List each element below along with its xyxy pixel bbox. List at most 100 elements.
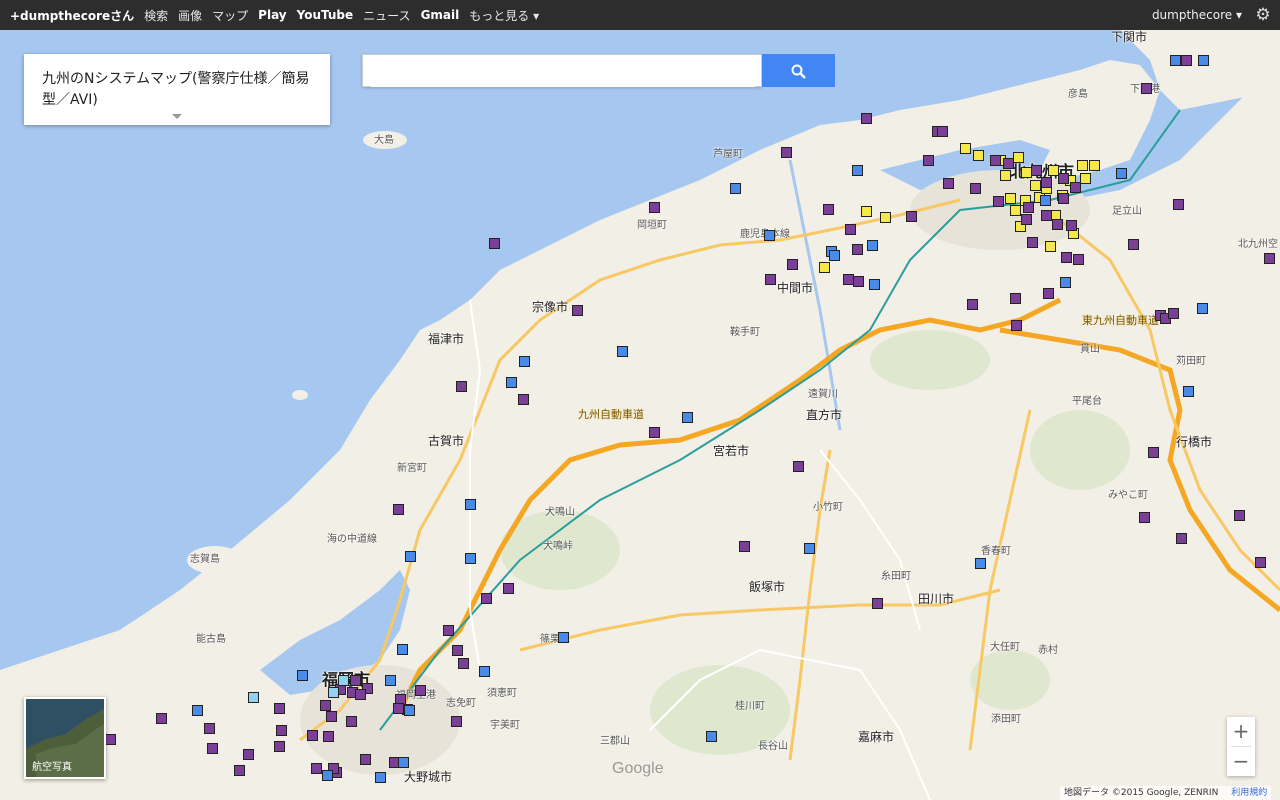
n-system-marker[interactable] (385, 675, 396, 686)
n-system-marker[interactable] (1139, 512, 1150, 523)
search-button[interactable] (762, 54, 835, 87)
map-title-card[interactable]: 九州のNシステムマップ(警察庁仕様／簡易型／AVI) (24, 54, 330, 125)
n-system-marker[interactable] (1023, 202, 1034, 213)
n-system-marker[interactable] (1181, 55, 1192, 66)
map-canvas[interactable]: 下関市 下関港 彦島 北九州市 芦屋町 岡垣町 宗像市 福津市 古賀市 新宮町 … (0, 30, 1280, 800)
n-system-marker[interactable] (1005, 193, 1016, 204)
n-system-marker[interactable] (1234, 510, 1245, 521)
n-system-marker[interactable] (404, 705, 415, 716)
nav-play-link[interactable]: Play (258, 8, 286, 22)
nav-gmail-link[interactable]: Gmail (421, 8, 460, 22)
n-system-marker[interactable] (1021, 214, 1032, 225)
zoom-out-button[interactable]: − (1227, 747, 1255, 776)
n-system-marker[interactable] (823, 204, 834, 215)
n-system-marker[interactable] (872, 598, 883, 609)
n-system-marker[interactable] (274, 741, 285, 752)
n-system-marker[interactable] (350, 675, 361, 686)
n-system-marker[interactable] (1003, 158, 1014, 169)
n-system-marker[interactable] (451, 716, 462, 727)
n-system-marker[interactable] (1148, 447, 1159, 458)
gear-icon[interactable]: ⚙ (1254, 6, 1272, 24)
n-system-marker[interactable] (276, 725, 287, 736)
n-system-marker[interactable] (1058, 173, 1069, 184)
n-system-marker[interactable] (1040, 195, 1051, 206)
n-system-marker[interactable] (1030, 180, 1041, 191)
n-system-marker[interactable] (975, 558, 986, 569)
n-system-marker[interactable] (338, 675, 349, 686)
n-system-marker[interactable] (1198, 55, 1209, 66)
n-system-marker[interactable] (323, 731, 334, 742)
n-system-marker[interactable] (248, 692, 259, 703)
n-system-marker[interactable] (1045, 241, 1056, 252)
n-system-marker[interactable] (1031, 165, 1042, 176)
n-system-marker[interactable] (793, 461, 804, 472)
n-system-marker[interactable] (443, 625, 454, 636)
n-system-marker[interactable] (1027, 237, 1038, 248)
n-system-marker[interactable] (819, 262, 830, 273)
n-system-marker[interactable] (465, 553, 476, 564)
n-system-marker[interactable] (311, 763, 322, 774)
n-system-marker[interactable] (1168, 308, 1179, 319)
n-system-marker[interactable] (465, 499, 476, 510)
nav-more-menu[interactable]: もっと見る ▾ (469, 7, 539, 24)
n-system-marker[interactable] (346, 716, 357, 727)
n-system-marker[interactable] (398, 757, 409, 768)
n-system-marker[interactable] (937, 126, 948, 137)
n-system-marker[interactable] (452, 645, 463, 656)
n-system-marker[interactable] (1061, 252, 1072, 263)
n-system-marker[interactable] (730, 183, 741, 194)
n-system-marker[interactable] (274, 703, 285, 714)
n-system-marker[interactable] (1070, 182, 1081, 193)
n-system-marker[interactable] (869, 279, 880, 290)
n-system-marker[interactable] (787, 259, 798, 270)
n-system-marker[interactable] (297, 670, 308, 681)
n-system-marker[interactable] (993, 196, 1004, 207)
n-system-marker[interactable] (682, 412, 693, 423)
n-system-marker[interactable] (518, 394, 529, 405)
n-system-marker[interactable] (706, 731, 717, 742)
n-system-marker[interactable] (617, 346, 628, 357)
n-system-marker[interactable] (829, 250, 840, 261)
n-system-marker[interactable] (1010, 293, 1021, 304)
n-system-marker[interactable] (906, 211, 917, 222)
n-system-marker[interactable] (990, 155, 1001, 166)
n-system-marker[interactable] (1011, 320, 1022, 331)
terms-link[interactable]: 利用規約 (1231, 788, 1267, 798)
n-system-marker[interactable] (739, 541, 750, 552)
n-system-marker[interactable] (973, 150, 984, 161)
search-box[interactable] (362, 54, 762, 87)
n-system-marker[interactable] (1176, 533, 1187, 544)
n-system-marker[interactable] (1141, 83, 1152, 94)
n-system-marker[interactable] (1089, 160, 1100, 171)
n-system-marker[interactable] (479, 666, 490, 677)
n-system-marker[interactable] (943, 178, 954, 189)
nav-news-link[interactable]: ニュース (363, 7, 410, 24)
n-system-marker[interactable] (1183, 386, 1194, 397)
n-system-marker[interactable] (405, 551, 416, 562)
n-system-marker[interactable] (1077, 160, 1088, 171)
chevron-down-icon[interactable] (172, 114, 182, 119)
n-system-marker[interactable] (1073, 254, 1084, 265)
n-system-marker[interactable] (1128, 239, 1139, 250)
n-system-marker[interactable] (649, 202, 660, 213)
n-system-marker[interactable] (1066, 220, 1077, 231)
aerial-view-toggle[interactable]: 航空写真 (24, 697, 106, 779)
n-system-marker[interactable] (506, 377, 517, 388)
n-system-marker[interactable] (781, 147, 792, 158)
n-system-marker[interactable] (649, 427, 660, 438)
n-system-marker[interactable] (481, 593, 492, 604)
n-system-marker[interactable] (489, 238, 500, 249)
n-system-marker[interactable] (861, 206, 872, 217)
n-system-marker[interactable] (1058, 193, 1069, 204)
n-system-marker[interactable] (326, 711, 337, 722)
n-system-marker[interactable] (861, 113, 872, 124)
n-system-marker[interactable] (1264, 253, 1275, 264)
n-system-marker[interactable] (307, 730, 318, 741)
n-system-marker[interactable] (397, 644, 408, 655)
n-system-marker[interactable] (1170, 55, 1181, 66)
n-system-marker[interactable] (852, 165, 863, 176)
n-system-marker[interactable] (355, 689, 366, 700)
n-system-marker[interactable] (572, 305, 583, 316)
n-system-marker[interactable] (845, 224, 856, 235)
n-system-marker[interactable] (322, 770, 333, 781)
